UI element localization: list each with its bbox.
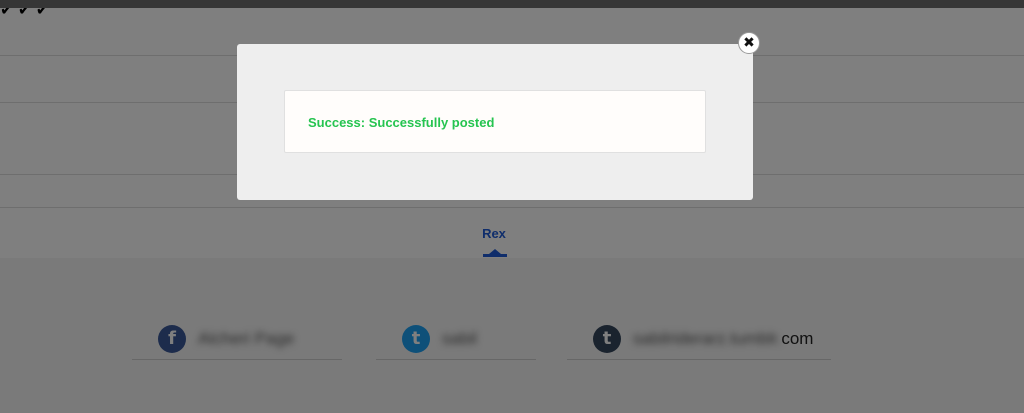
success-modal: Success: Successfully posted — [237, 44, 753, 200]
success-alert: Success: Successfully posted — [284, 90, 706, 153]
close-icon[interactable]: ✖ — [738, 32, 760, 54]
success-message: Success: Successfully posted — [308, 115, 495, 130]
